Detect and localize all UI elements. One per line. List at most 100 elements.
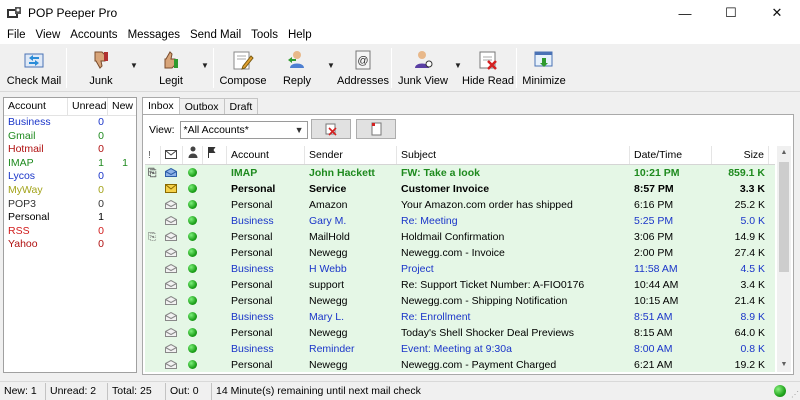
accounts-header-unread[interactable]: Unread [68, 98, 108, 115]
flag-cell[interactable] [203, 181, 227, 197]
flag-cell[interactable] [203, 213, 227, 229]
message-row[interactable]: Personal Newegg Today's Shell Shocker Deal… [145, 325, 775, 341]
message-date: 10:21 PM [634, 167, 680, 179]
addresses-button[interactable]: @ Addresses [337, 46, 389, 90]
account-unread-count: 0 [98, 183, 104, 196]
column-subject[interactable]: Subject [397, 146, 630, 164]
green-status-dot-icon [188, 279, 197, 289]
flag-cell[interactable] [203, 341, 227, 357]
account-row[interactable]: Yahoo 0 [4, 238, 136, 252]
column-priority[interactable]: ! [145, 146, 161, 164]
message-row[interactable]: Personal Service Customer Invoice 8:57 PM 3.… [145, 181, 775, 197]
account-row[interactable]: Business 0 [4, 116, 136, 130]
reply-button[interactable]: Reply [278, 46, 316, 90]
message-row[interactable]: Personal support Re: Support Ticket Number… [145, 277, 775, 293]
minimize-button[interactable]: Minimize [522, 46, 566, 90]
column-size[interactable]: Size [712, 146, 769, 164]
menu-help[interactable]: Help [283, 29, 317, 41]
message-sender: Newegg [309, 327, 348, 339]
flag-cell[interactable] [203, 197, 227, 213]
menu-view[interactable]: View [31, 29, 66, 41]
accounts-header-account[interactable]: Account [4, 98, 68, 115]
junk-view-button[interactable]: Junk View [398, 46, 448, 90]
hide-read-button[interactable]: Hide Read [462, 46, 514, 90]
message-row[interactable]: Personal Newegg Newegg.com - Shipping Noti… [145, 293, 775, 309]
flag-cell[interactable] [203, 293, 227, 309]
account-row[interactable]: RSS 0 [4, 225, 136, 239]
menu-accounts[interactable]: Accounts [65, 29, 122, 41]
flag-cell[interactable] [203, 245, 227, 261]
account-row[interactable]: POP3 0 [4, 198, 136, 212]
tab-outbox[interactable]: Outbox [178, 98, 225, 114]
scrollbar-thumb[interactable] [779, 162, 789, 272]
maximize-window-button[interactable]: ☐ [708, 0, 754, 26]
compose-button[interactable]: Compose [219, 46, 267, 90]
app-icon [7, 7, 21, 18]
view-select[interactable]: *All Accounts* ▼ [179, 121, 308, 139]
flag-cell[interactable] [203, 309, 227, 325]
account-row[interactable]: Lycos 0 [4, 170, 136, 184]
new-filter-button[interactable] [356, 119, 396, 139]
menu-messages[interactable]: Messages [123, 29, 185, 41]
attachment-cell [145, 261, 161, 277]
column-contact[interactable] [183, 146, 203, 164]
message-sender: Newegg [309, 247, 348, 259]
resize-grip-icon[interactable]: ⋰ [791, 390, 799, 399]
check-mail-button[interactable]: Check Mail [6, 46, 62, 90]
account-row[interactable]: Personal 1 [4, 211, 136, 225]
contact-status-cell [183, 277, 203, 293]
message-row[interactable]: Business H Webb Project 11:58 AM 4.5 K [145, 261, 775, 277]
close-window-button[interactable]: ✕ [754, 0, 800, 26]
accounts-header-new[interactable]: New [108, 98, 136, 115]
flag-cell[interactable] [203, 325, 227, 341]
reply-dropdown-icon[interactable]: ▼ [327, 61, 335, 70]
message-row[interactable]: Business Mary L. Re: Enrollment 8:51 AM 8.9 … [145, 309, 775, 325]
contact-status-cell [183, 293, 203, 309]
junk-dropdown-icon[interactable]: ▼ [130, 61, 138, 70]
account-row[interactable]: Gmail 0 [4, 130, 136, 144]
junk-button[interactable]: Junk [82, 46, 120, 90]
tab-draft[interactable]: Draft [223, 98, 259, 114]
column-date[interactable]: Date/Time [630, 146, 712, 164]
account-row[interactable]: MyWay 0 [4, 184, 136, 198]
flag-cell[interactable] [203, 261, 227, 277]
account-row[interactable]: IMAP 1 1 [4, 157, 136, 171]
scroll-down-icon[interactable]: ▼ [777, 358, 791, 372]
flag-cell[interactable] [203, 277, 227, 293]
flag-cell[interactable] [203, 229, 227, 245]
new-document-icon [371, 122, 382, 136]
message-status-cell [161, 245, 183, 261]
view-label: View: [149, 124, 175, 136]
message-row[interactable]: Personal Newegg Newegg.com - Payment Charg… [145, 357, 775, 372]
column-account[interactable]: Account [227, 146, 305, 164]
message-row[interactable]: Personal Newegg Newegg.com - Invoice 2:00 P… [145, 245, 775, 261]
message-row[interactable]: ⎘ Personal MailHold Holdmail Confirmation 3:… [145, 229, 775, 245]
legit-button[interactable]: Legit [152, 46, 190, 90]
message-sender: H Webb [309, 263, 347, 275]
menu-tools[interactable]: Tools [246, 29, 283, 41]
flag-cell[interactable] [203, 357, 227, 372]
folder-tabs: Inbox Outbox Draft [142, 97, 259, 115]
green-status-dot-icon [188, 183, 197, 193]
column-status[interactable] [161, 146, 183, 164]
menu-send-mail[interactable]: Send Mail [185, 29, 246, 41]
message-date: 10:44 AM [634, 279, 679, 291]
scroll-up-icon[interactable]: ▲ [777, 146, 791, 160]
tab-inbox[interactable]: Inbox [142, 97, 180, 115]
message-row[interactable]: Business Gary M. Re: Meeting 5:25 PM 5.0 K [145, 213, 775, 229]
legit-dropdown-icon[interactable]: ▼ [201, 61, 209, 70]
message-status-cell [161, 229, 183, 245]
column-sender[interactable]: Sender [305, 146, 397, 164]
delete-filter-button[interactable] [311, 119, 351, 139]
message-date: 2:00 PM [634, 247, 674, 259]
flag-cell[interactable] [203, 165, 227, 181]
account-row[interactable]: Hotmail 0 [4, 143, 136, 157]
message-list-scrollbar[interactable]: ▲ ▼ [777, 146, 791, 372]
message-row[interactable]: Personal Amazon Your Amazon.com order has … [145, 197, 775, 213]
junk-view-dropdown-icon[interactable]: ▼ [454, 61, 462, 70]
menu-file[interactable]: File [2, 29, 31, 41]
column-flag[interactable] [203, 146, 227, 164]
message-row[interactable]: ⎘ IMAP John Hackett FW: Take a look 10:21 PM… [145, 165, 775, 181]
message-row[interactable]: Business Reminder Event: Meeting at 9:30a 8… [145, 341, 775, 357]
minimize-window-button[interactable]: — [662, 0, 708, 26]
